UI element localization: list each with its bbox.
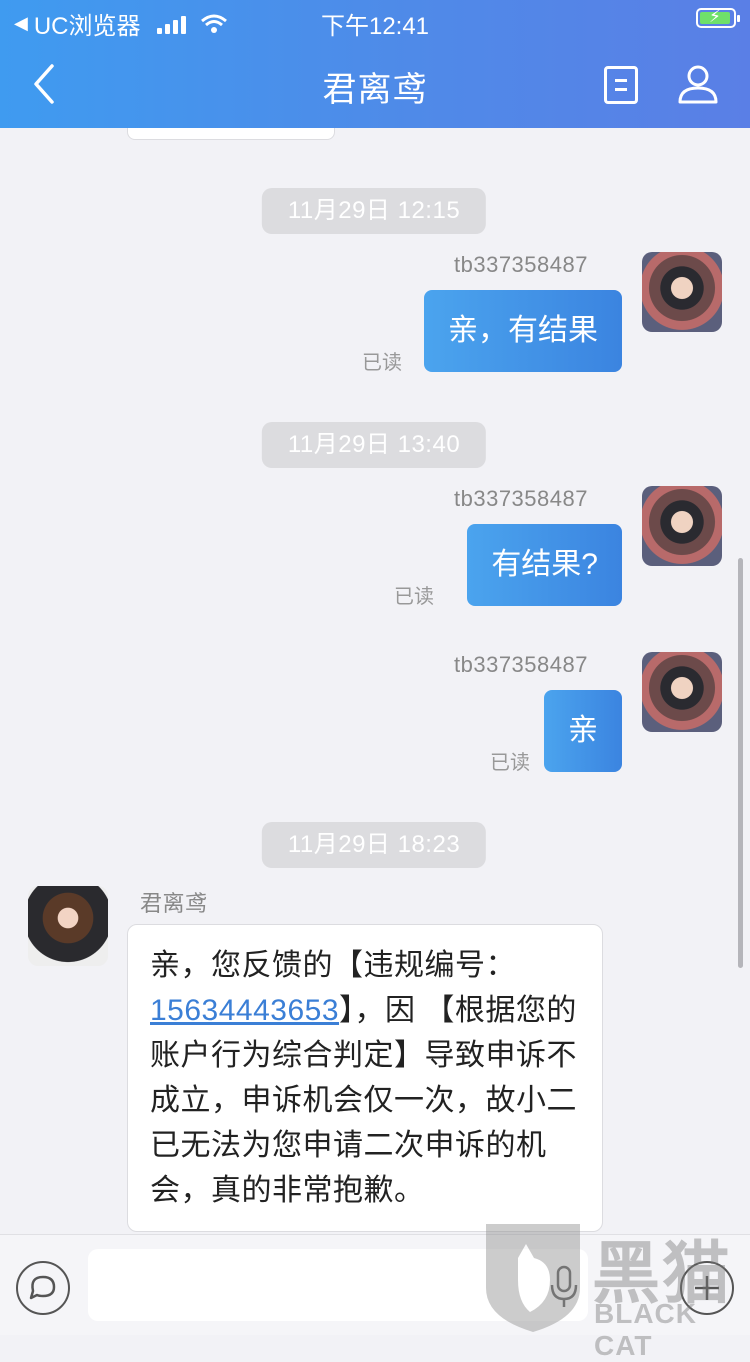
read-receipt: 已读	[362, 352, 402, 374]
my-avatar[interactable]	[642, 652, 722, 732]
cat-shield-logo-icon	[486, 1224, 580, 1332]
scrollbar[interactable]	[738, 558, 743, 968]
black-cat-watermark: 黑猫 BLACK CAT	[478, 1218, 750, 1361]
violation-number-link[interactable]: 15634443653	[150, 994, 339, 1027]
sender-name: tb337358487	[454, 252, 588, 277]
sender-name: tb337358487	[454, 652, 588, 677]
my-avatar[interactable]	[642, 252, 722, 332]
my-message-bubble[interactable]: 亲，有结果	[424, 290, 622, 372]
chat-area[interactable]: 11月29日 12:15 tb337358487 已读 亲，有结果 11月29日…	[0, 108, 750, 1234]
seller-message-bubble[interactable]: 亲，您反馈的【违规编号：15634443653】，因 【根据您的账户行为综合判定…	[127, 924, 603, 1232]
timestamp-pill: 11月29日 12:15	[261, 188, 487, 234]
speech-bubble-icon[interactable]	[16, 1261, 70, 1315]
status-bar: ◀ UC浏览器 下午12:41 ⚡	[0, 0, 750, 40]
status-time: 下午12:41	[320, 13, 430, 40]
timestamp-pill: 11月29日 13:40	[261, 422, 487, 468]
message-text: 亲，您反馈的【违规编号：	[150, 949, 516, 982]
my-message-bubble[interactable]: 有结果?	[467, 524, 622, 606]
battery-icon: ⚡	[696, 7, 740, 28]
timestamp-pill: 11月29日 18:23	[261, 822, 487, 868]
watermark-subtext: BLACK CAT	[594, 1298, 697, 1361]
header: ◀ UC浏览器 下午12:41 ⚡ 君离鸢	[0, 0, 750, 128]
user-profile-icon[interactable]	[676, 62, 720, 106]
read-receipt: 已读	[490, 752, 530, 774]
seller-avatar[interactable]	[28, 886, 108, 966]
read-receipt: 已读	[394, 586, 434, 608]
document-icon[interactable]	[604, 66, 638, 104]
seller-name: 君离鸢	[140, 891, 208, 916]
my-message-bubble[interactable]: 亲	[544, 690, 622, 772]
my-avatar[interactable]	[642, 486, 722, 566]
sender-name: tb337358487	[454, 486, 588, 511]
